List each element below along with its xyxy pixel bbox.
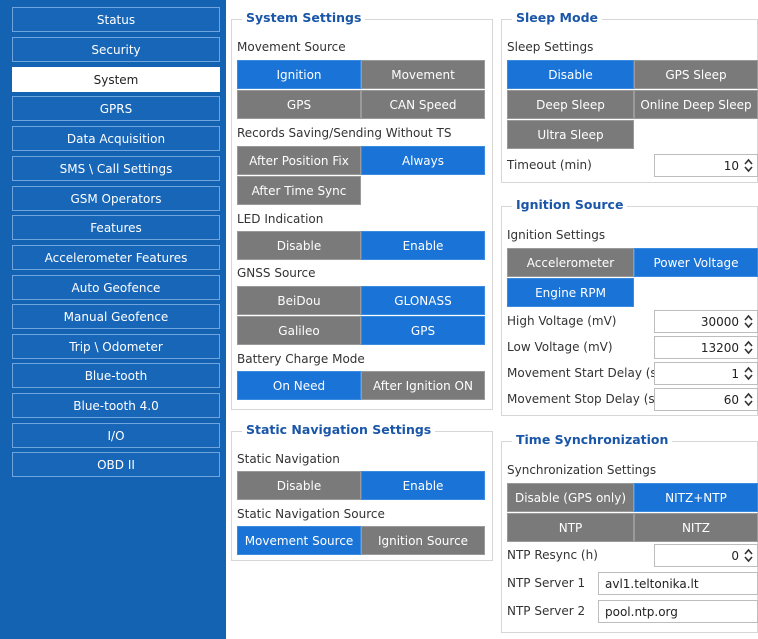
static-nav-ignition-source-button[interactable]: Ignition Source <box>361 526 485 555</box>
records-after-time-sync-button[interactable]: After Time Sync <box>237 176 361 205</box>
sidebar-item-status[interactable]: Status <box>12 7 220 32</box>
battery-on-need-button[interactable]: On Need <box>237 371 361 400</box>
low-voltage-value: 13200 <box>700 340 739 355</box>
sidebar-item-gprs[interactable]: GPRS <box>12 96 220 121</box>
ntp-resync-spinner[interactable]: 0 <box>654 544 758 567</box>
sidebar-item-bluetooth[interactable]: Blue-tooth <box>12 363 220 388</box>
sidebar-item-sms-call-settings[interactable]: SMS \ Call Settings <box>12 156 220 181</box>
spinner-arrows-icon[interactable] <box>743 365 754 382</box>
sidebar-item-obd2[interactable]: OBD II <box>12 452 220 477</box>
timeout-label: Timeout (min) <box>507 158 592 172</box>
records-always-button[interactable]: Always <box>361 146 485 175</box>
timeout-value: 10 <box>723 158 739 173</box>
spinner-arrows-icon[interactable] <box>743 339 754 356</box>
low-voltage-spinner[interactable]: 13200 <box>654 336 758 359</box>
sleep-gps-sleep-button[interactable]: GPS Sleep <box>634 60 758 89</box>
movement-stop-delay-label: Movement Stop Delay (s) <box>507 392 660 406</box>
sleep-settings-label: Sleep Settings <box>507 40 594 54</box>
system-settings-title: System Settings <box>242 10 366 25</box>
high-voltage-spinner[interactable]: 30000 <box>654 310 758 333</box>
sidebar-item-io[interactable]: I/O <box>12 423 220 448</box>
sidebar-item-manual-geofence[interactable]: Manual Geofence <box>12 304 220 329</box>
sidebar-nav: Status Security System GPRS Data Acquisi… <box>0 0 226 639</box>
records-after-position-fix-button[interactable]: After Position Fix <box>237 146 361 175</box>
low-voltage-label: Low Voltage (mV) <box>507 340 613 354</box>
sidebar-item-features[interactable]: Features <box>12 215 220 240</box>
sidebar-item-trip-odometer[interactable]: Trip \ Odometer <box>12 334 220 359</box>
sleep-mode-title: Sleep Mode <box>512 10 602 25</box>
static-nav-enable-button[interactable]: Enable <box>361 471 485 500</box>
high-voltage-label: High Voltage (mV) <box>507 314 617 328</box>
gnss-glonass-button[interactable]: GLONASS <box>361 286 485 315</box>
movement-stop-delay-value: 60 <box>723 392 739 407</box>
ignition-power-voltage-button[interactable]: Power Voltage <box>634 248 758 277</box>
ignition-accelerometer-button[interactable]: Accelerometer <box>507 248 634 277</box>
movement-source-movement-button[interactable]: Movement <box>361 60 485 89</box>
static-navigation-title: Static Navigation Settings <box>242 422 436 437</box>
battery-charge-mode-label: Battery Charge Mode <box>237 352 365 366</box>
high-voltage-value: 30000 <box>700 314 739 329</box>
sleep-online-deep-sleep-button[interactable]: Online Deep Sleep <box>634 90 758 119</box>
static-nav-disable-button[interactable]: Disable <box>237 471 361 500</box>
led-indication-label: LED Indication <box>237 212 324 226</box>
ignition-settings-label: Ignition Settings <box>507 228 606 242</box>
ntp-server-2-label: NTP Server 2 <box>507 604 586 618</box>
sidebar-item-security[interactable]: Security <box>12 37 220 62</box>
sync-ntp-button[interactable]: NTP <box>507 513 634 542</box>
static-nav-movement-source-button[interactable]: Movement Source <box>237 526 361 555</box>
gnss-beidou-button[interactable]: BeiDou <box>237 286 361 315</box>
timeout-spinner[interactable]: 10 <box>654 154 758 177</box>
sync-disable-gps-only-button[interactable]: Disable (GPS only) <box>507 483 634 512</box>
battery-after-ignition-on-button[interactable]: After Ignition ON <box>361 371 485 400</box>
movement-source-ignition-button[interactable]: Ignition <box>237 60 361 89</box>
sleep-disable-button[interactable]: Disable <box>507 60 634 89</box>
movement-source-can-speed-button[interactable]: CAN Speed <box>361 90 485 119</box>
records-saving-label: Records Saving/Sending Without TS <box>237 126 452 140</box>
gnss-source-label: GNSS Source <box>237 266 316 280</box>
led-disable-button[interactable]: Disable <box>237 231 361 260</box>
sync-nitz-ntp-button[interactable]: NITZ+NTP <box>634 483 758 512</box>
ntp-resync-value: 0 <box>731 548 739 563</box>
movement-start-delay-value: 1 <box>731 366 739 381</box>
time-sync-title: Time Synchronization <box>512 432 673 447</box>
led-enable-button[interactable]: Enable <box>361 231 485 260</box>
movement-start-delay-spinner[interactable]: 1 <box>654 362 758 385</box>
sleep-deep-sleep-button[interactable]: Deep Sleep <box>507 90 634 119</box>
ntp-server-1-value: avl1.teltonika.lt <box>605 576 699 591</box>
movement-source-gps-button[interactable]: GPS <box>237 90 361 119</box>
ntp-server-1-input[interactable]: avl1.teltonika.lt <box>598 572 758 595</box>
ntp-server-2-input[interactable]: pool.ntp.org <box>598 600 758 623</box>
spinner-arrows-icon[interactable] <box>743 391 754 408</box>
ntp-server-2-value: pool.ntp.org <box>605 604 678 619</box>
sidebar-item-auto-geofence[interactable]: Auto Geofence <box>12 275 220 300</box>
ntp-server-1-label: NTP Server 1 <box>507 576 586 590</box>
sidebar-item-system[interactable]: System <box>12 67 220 92</box>
gnss-gps-button[interactable]: GPS <box>361 316 485 345</box>
static-navigation-label: Static Navigation <box>237 452 340 466</box>
gnss-galileo-button[interactable]: Galileo <box>237 316 361 345</box>
spinner-arrows-icon[interactable] <box>743 157 754 174</box>
sidebar-item-data-acquisition[interactable]: Data Acquisition <box>12 126 220 151</box>
spinner-arrows-icon[interactable] <box>743 313 754 330</box>
sync-nitz-button[interactable]: NITZ <box>634 513 758 542</box>
sync-settings-label: Synchronization Settings <box>507 463 657 477</box>
movement-stop-delay-spinner[interactable]: 60 <box>654 388 758 411</box>
sidebar-item-bluetooth-4[interactable]: Blue-tooth 4.0 <box>12 393 220 418</box>
movement-source-label: Movement Source <box>237 40 346 54</box>
sleep-ultra-sleep-button[interactable]: Ultra Sleep <box>507 120 634 149</box>
spinner-arrows-icon[interactable] <box>743 547 754 564</box>
static-navigation-source-label: Static Navigation Source <box>237 507 385 521</box>
sidebar-item-accelerometer-features[interactable]: Accelerometer Features <box>12 245 220 270</box>
sidebar-item-gsm-operators[interactable]: GSM Operators <box>12 186 220 211</box>
ignition-source-title: Ignition Source <box>512 197 628 212</box>
movement-start-delay-label: Movement Start Delay (s) <box>507 366 662 380</box>
ntp-resync-label: NTP Resync (h) <box>507 548 598 562</box>
ignition-engine-rpm-button[interactable]: Engine RPM <box>507 278 634 307</box>
